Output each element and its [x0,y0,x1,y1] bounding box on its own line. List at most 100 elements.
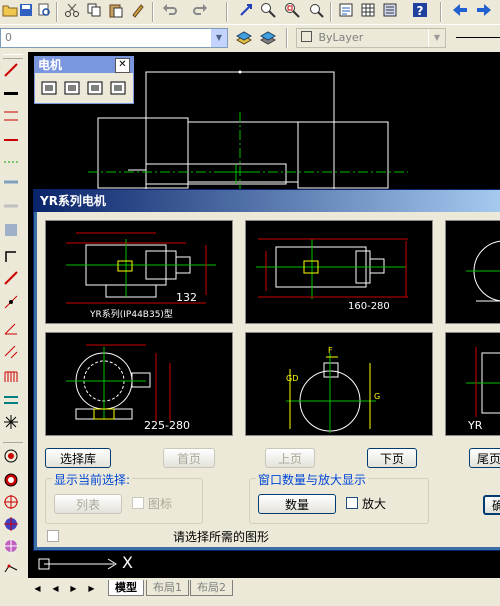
point-icon[interactable] [3,344,23,364]
zoom-previous-icon[interactable] [306,0,326,20]
lineweight-preview [456,37,500,38]
thumbnail-5[interactable]: GD G F [245,332,433,436]
standard-toolbar: ? [0,0,500,24]
rectangle-icon[interactable] [3,174,23,194]
list-button[interactable]: 列表 [54,494,122,514]
motor-palette-titlebar[interactable]: 电机 ✕ [35,57,133,73]
chevron-down-icon[interactable]: ▼ [210,29,227,47]
toolbar-separator [3,442,23,443]
tab-layout2[interactable]: 布局2 [190,580,233,596]
thumbnail-6-caption: YR [468,419,483,432]
back-arrow-icon[interactable] [450,0,470,20]
preview-checkbox[interactable] [47,530,59,542]
motor-tool-3[interactable] [86,79,104,100]
next-tab-icon[interactable]: ▶ [66,582,81,595]
select-library-button[interactable]: 选择库 [45,448,111,468]
close-icon[interactable]: ✕ [115,58,130,73]
first-tab-icon[interactable]: ◀ [30,582,45,595]
svg-text:GD: GD [286,374,298,383]
snap-settings-icon[interactable] [3,562,23,582]
construction-line-icon[interactable] [3,86,23,106]
ucs-x-label: X [122,553,133,572]
dialog-body: 132 YR系列(IP44B35)型 160-280 225-280 GD G … [37,212,500,547]
insert-block-icon[interactable] [3,294,23,314]
snap-perpendicular-icon[interactable] [3,538,23,558]
yr-motor-dialog: YR系列电机 132 YR系列(IP44B35)型 160-280 225-28… [33,189,500,551]
snap-tangent-icon[interactable] [3,494,23,514]
layer-make-current-icon[interactable] [234,28,254,48]
motor-drawing-front [466,240,500,302]
tool-palette-icon[interactable] [380,0,400,20]
snap-center-icon[interactable] [3,448,23,468]
icon-checkbox[interactable] [132,497,144,509]
thumbnail-4-size-label: 225-280 [144,419,190,432]
ellipse-icon[interactable] [3,270,23,290]
hatch-icon[interactable] [3,368,23,388]
zoom-window-icon[interactable] [282,0,302,20]
zoom-realtime-icon[interactable] [258,0,278,20]
snap-quadrant-icon[interactable] [3,472,23,492]
arc-icon[interactable] [3,198,23,218]
linetype-combo-value: ByLayer [318,31,364,44]
forward-arrow-icon[interactable] [474,0,494,20]
spline-icon[interactable] [3,248,23,268]
previous-page-button[interactable]: 上页 [265,448,315,468]
svg-text:?: ? [417,4,424,18]
region-icon[interactable] [3,392,23,412]
make-block-icon[interactable] [3,320,23,340]
confirm-button[interactable]: 确 [483,495,500,515]
tab-model[interactable]: 模型 [108,580,144,596]
layer-previous-icon[interactable] [258,28,278,48]
polyline-icon[interactable] [3,132,23,152]
undo-icon[interactable] [160,0,180,20]
thumbnail-2[interactable]: 160-280 [245,220,433,324]
save-icon[interactable] [16,0,36,20]
zoom-checkbox[interactable] [346,497,358,509]
match-properties-icon[interactable] [128,0,148,20]
cut-icon[interactable] [62,0,82,20]
thumbnail-6[interactable]: YR [445,332,500,436]
motor-tool-2[interactable] [63,79,81,100]
layers-toolbar: 0 ▼ ByLayer ▼ [0,24,500,51]
motor-palette-title: 电机 [38,58,63,72]
layer-combo[interactable]: 0 ▼ [0,28,228,48]
snap-intersection-icon[interactable] [3,516,23,536]
redo-icon[interactable] [190,0,210,20]
polygon-icon[interactable] [3,154,23,174]
motor-tool-4[interactable] [109,79,127,100]
motor-drawing-shaft: GD G F [286,346,380,433]
toolbar-separator [56,2,57,22]
dialog-titlebar[interactable]: YR系列电机 [34,190,500,212]
circle-icon[interactable] [3,222,23,242]
thumbnail-1[interactable]: 132 YR系列(IP44B35)型 [45,220,233,324]
motor-tool-1[interactable] [40,79,58,100]
table-icon[interactable] [3,414,23,434]
thumbnail-4[interactable]: 225-280 [45,332,233,436]
layout-tabs-bar: ◀ ◀ ▶ ▶ 模型 布局1 布局2 [0,580,500,606]
print-preview-icon[interactable] [34,0,54,20]
linetype-combo[interactable]: ByLayer ▼ [296,28,446,48]
thumbnail-3[interactable] [445,220,500,324]
tab-layout1[interactable]: 布局1 [146,580,189,596]
count-button[interactable]: 数量 [258,494,336,514]
pan-icon[interactable] [236,0,256,20]
next-page-button[interactable]: 下页 [367,448,417,468]
svg-text:F: F [328,346,333,355]
last-tab-icon[interactable]: ▶ [84,582,99,595]
line-icon[interactable] [3,62,23,82]
properties-icon[interactable] [336,0,356,20]
multiline-icon[interactable] [3,108,23,128]
design-center-icon[interactable] [358,0,378,20]
status-prompt: 请选择所需的图形 [173,530,270,544]
paste-icon[interactable] [106,0,126,20]
last-page-button[interactable]: 尾页 [469,448,500,468]
ucs-icon: X [38,553,138,577]
motor-drawing-side-large [256,238,408,299]
help-icon[interactable]: ? [410,0,430,20]
copy-icon[interactable] [84,0,104,20]
prev-tab-icon[interactable]: ◀ [48,582,63,595]
draw-toolbar [0,52,27,578]
chevron-down-icon[interactable]: ▼ [428,29,445,47]
zoom-checkbox-label: 放大 [362,497,387,511]
first-page-button[interactable]: 首页 [163,448,215,468]
